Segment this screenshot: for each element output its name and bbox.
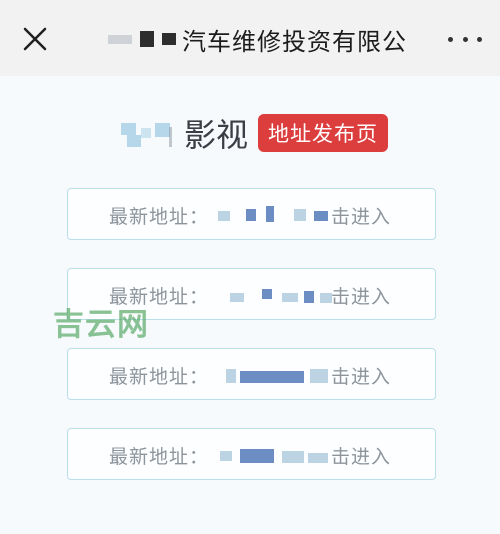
address-button-3[interactable]: 最新地址： 击进入 [67,348,436,400]
redacted-site-logo [115,113,180,153]
address-button-1[interactable]: 最新地址： 击进入 [67,188,436,240]
page-title-area: 汽车维修投资有限公 [108,22,408,56]
site-name: 影视 [184,116,249,154]
address-action: 击进入 [331,446,392,468]
site-header: 影视 地址发布页 [115,113,389,154]
publish-page-badge: 地址发布页 [258,114,389,152]
address-label: 最新地址： [109,206,210,228]
address-action: 击进入 [331,286,392,308]
address-label: 最新地址： [109,446,210,468]
redacted-address-4 [218,443,338,467]
redacted-address-3 [218,363,338,387]
address-button-4[interactable]: 最新地址： 击进入 [67,428,436,480]
top-navigation-bar: 汽车维修投资有限公 [0,0,500,76]
watermark-text: 吉云网 [53,307,149,343]
close-button[interactable] [18,22,52,56]
address-action: 击进入 [331,366,392,388]
redacted-title-prefix [108,31,176,47]
address-publish-page: 汽车维修投资有限公 影视 地址发布页 最新地址： 击进入 最新地址： 击进入 最… [0,0,500,534]
page-title: 汽车维修投资有限公 [182,27,407,56]
address-action: 击进入 [331,206,392,228]
address-label: 最新地址： [109,366,210,388]
more-menu-button[interactable] [448,28,482,50]
redacted-address-1 [218,203,338,227]
redacted-address-2 [218,283,338,307]
more-horizontal-icon [448,36,453,42]
close-icon [23,27,47,51]
